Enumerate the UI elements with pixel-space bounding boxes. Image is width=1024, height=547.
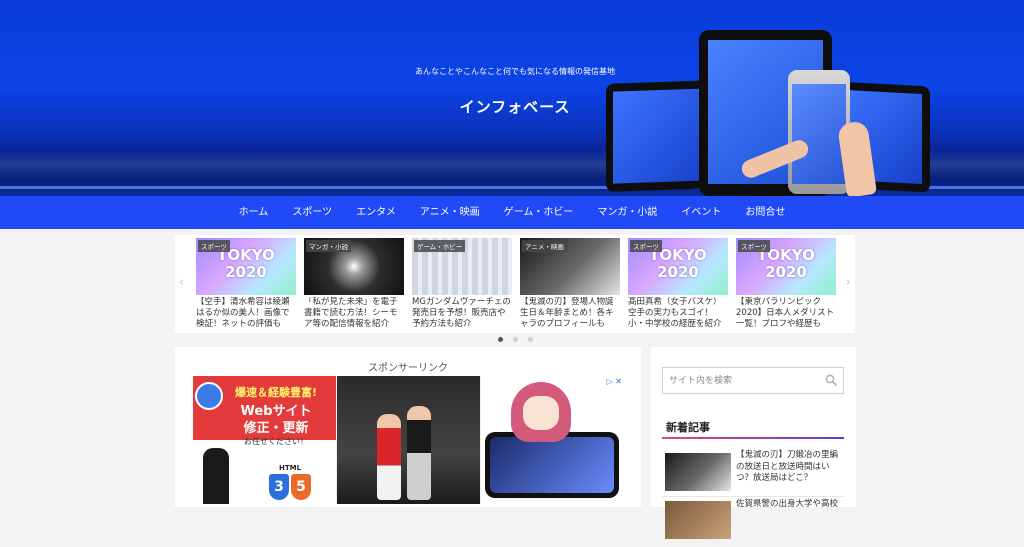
site-header: あんなことやこんなこと何でも気になる情報の発信基地 インフォベース xyxy=(0,0,1024,196)
search-icon[interactable] xyxy=(825,374,837,386)
carousel-next-button[interactable]: › xyxy=(846,275,851,290)
carousel-dot-3[interactable] xyxy=(527,337,533,342)
card-thumbnail[interactable]: マンガ・小説 xyxy=(304,238,404,295)
site-title-link[interactable]: インフォベース xyxy=(390,96,640,117)
sponsor-label: スポンサーリンク xyxy=(368,363,448,374)
ad-panel-web-service[interactable]: 爆速＆経験豊富! Webサイト 修正・更新 お任せください！ HTML 3 5 xyxy=(193,376,336,504)
card-thumbnail[interactable]: TOKYO 2020 スポーツ xyxy=(196,238,296,295)
ad-headline-1: 爆速＆経験豊富! xyxy=(234,386,318,399)
ad-person-image xyxy=(203,448,229,504)
card-thumbnail[interactable]: TOKYO 2020 スポーツ xyxy=(628,238,728,295)
category-badge: スポーツ xyxy=(630,240,662,252)
carousel-dot-2[interactable] xyxy=(512,337,518,342)
thumbnail-logo-text: TOKYO 2020 xyxy=(649,246,707,281)
new-posts-heading: 新着記事 xyxy=(666,421,710,434)
carousel-dot-1[interactable] xyxy=(497,337,503,342)
main-content: スポンサーリンク 爆速＆経験豊富! Webサイト 修正・更新 お任せください！ … xyxy=(175,347,641,507)
ad-photo-figure xyxy=(407,406,431,500)
carousel-card[interactable]: ゲーム・ホビー MGガンダムヴァーチェの発売日を予想！販売店や予約方法も紹介 xyxy=(412,238,512,330)
ad-headline-3: 修正・更新 xyxy=(243,421,309,436)
adchoices-close-icon[interactable]: ▷ ✕ xyxy=(607,377,622,386)
nav-item-sports[interactable]: スポーツ xyxy=(280,196,344,229)
featured-carousel: ‹ › TOKYO 2020 スポーツ 【空手】清水希容は綾瀬はるか似の美人！画像… xyxy=(175,235,855,333)
card-title-link[interactable]: 髙田真希（女子バスケ）空手の実力もスゴイ！小・中学校の経歴を紹介 xyxy=(628,297,728,330)
global-nav: ホーム スポーツ エンタメ アニメ・映画 ゲーム・ホビー マンガ・小説 イベント… xyxy=(0,196,1024,229)
category-badge: マンガ・小説 xyxy=(306,240,351,252)
ad-panel-photo[interactable] xyxy=(337,376,480,504)
card-title-link[interactable]: 【東京パラリンピック2020】日本人メダリスト一覧！プロフや経歴も xyxy=(736,297,836,330)
carousel-pagination xyxy=(175,336,855,344)
site-tagline: あんなことやこんなこと何でも気になる情報の発信基地 xyxy=(415,67,615,76)
heading-underline xyxy=(662,437,844,439)
carousel-prev-button[interactable]: ‹ xyxy=(179,275,184,290)
ad-character-face xyxy=(523,396,559,430)
category-badge: ゲーム・ホビー xyxy=(414,240,466,252)
ad-panel-anime-game[interactable]: ▷ ✕ xyxy=(481,376,624,504)
carousel-card[interactable]: TOKYO 2020 スポーツ 【空手】清水希容は綾瀬はるか似の美人！画像で検証！… xyxy=(196,238,296,330)
card-thumbnail[interactable]: ゲーム・ホビー xyxy=(412,238,512,295)
ad-subtext: お任せください！ xyxy=(244,437,308,446)
post-title-link[interactable]: 【鬼滅の刃】刀鍛冶の里編の放送日と放送時間はいつ？放送局はどこ？ xyxy=(736,450,844,485)
nav-item-manga-novel[interactable]: マンガ・小説 xyxy=(585,196,669,229)
nav-item-anime-movie[interactable]: アニメ・映画 xyxy=(408,196,492,229)
nav-item-entertainment[interactable]: エンタメ xyxy=(344,196,408,229)
post-thumbnail[interactable] xyxy=(665,453,731,491)
category-badge: スポーツ xyxy=(198,240,230,252)
html5-icon: 5 xyxy=(291,474,311,500)
ad-photo-figure xyxy=(377,414,401,500)
carousel-card[interactable]: TOKYO 2020 スポーツ 髙田真希（女子バスケ）空手の実力もスゴイ！小・中学… xyxy=(628,238,728,330)
category-badge: アニメ・映画 xyxy=(522,240,567,252)
nav-item-home[interactable]: ホーム xyxy=(227,196,281,229)
card-title-link[interactable]: 【空手】清水希容は綾瀬はるか似の美人！画像で検証！ネットの評価も xyxy=(196,297,296,330)
nav-item-game-hobby[interactable]: ゲーム・ホビー xyxy=(492,196,586,229)
category-badge: スポーツ xyxy=(738,240,770,252)
new-post-item[interactable]: 【鬼滅の刃】刀鍛冶の里編の放送日と放送時間はいつ？放送局はどこ？ xyxy=(662,447,844,497)
carousel-card[interactable]: アニメ・映画 【鬼滅の刃】登場人物誕生日＆年齢まとめ！各キャラのプロフィールも xyxy=(520,238,620,330)
css3-icon: 3 xyxy=(269,474,289,500)
card-title-link[interactable]: MGガンダムヴァーチェの発売日を予想！販売店や予約方法も紹介 xyxy=(412,297,512,330)
carousel-card[interactable]: マンガ・小説 「私が見た未来」を電子書籍で読む方法！シーモア等の配信情報を紹介 xyxy=(304,238,404,330)
carousel-card[interactable]: TOKYO 2020 スポーツ 【東京パラリンピック2020】日本人メダリスト一覧… xyxy=(736,238,836,330)
site-search xyxy=(662,367,844,394)
nav-item-event[interactable]: イベント xyxy=(669,196,733,229)
ad-html-label: HTML xyxy=(279,464,302,472)
search-input[interactable] xyxy=(663,368,821,393)
sidebar: 新着記事 【鬼滅の刃】刀鍛冶の里編の放送日と放送時間はいつ？放送局はどこ？ 佐賀… xyxy=(651,347,856,539)
advertisement-banner[interactable]: 爆速＆経験豊富! Webサイト 修正・更新 お任せください！ HTML 3 5 … xyxy=(193,376,624,504)
card-title-link[interactable]: 【鬼滅の刃】登場人物誕生日＆年齢まとめ！各キャラのプロフィールも xyxy=(520,297,620,330)
post-thumbnail[interactable] xyxy=(665,501,731,539)
card-title-link[interactable]: 「私が見た未来」を電子書籍で読む方法！シーモア等の配信情報を紹介 xyxy=(304,297,404,330)
thumbnail-logo-text: TOKYO 2020 xyxy=(757,246,815,281)
nav-item-contact[interactable]: お問合せ xyxy=(733,196,797,229)
card-thumbnail[interactable]: アニメ・映画 xyxy=(520,238,620,295)
thumbnail-logo-text: TOKYO 2020 xyxy=(217,246,275,281)
card-thumbnail[interactable]: TOKYO 2020 スポーツ xyxy=(736,238,836,295)
